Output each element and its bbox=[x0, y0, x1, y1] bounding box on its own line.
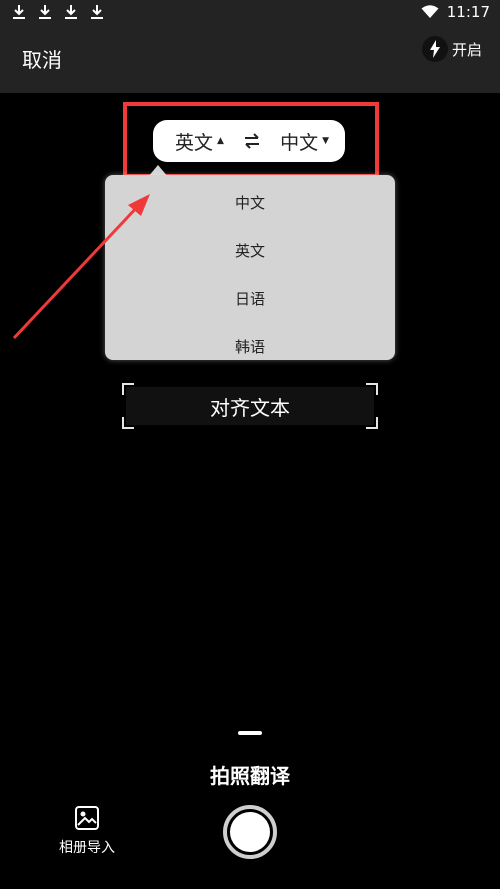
wifi-icon bbox=[421, 5, 439, 18]
caret-down-icon: ▼ bbox=[322, 135, 329, 146]
dropdown-option[interactable]: 中文 bbox=[105, 192, 395, 213]
download-icon bbox=[91, 5, 103, 19]
shutter-button[interactable] bbox=[223, 805, 277, 859]
target-language-label: 中文 bbox=[280, 131, 319, 154]
flash-label: 开启 bbox=[451, 40, 482, 59]
status-time: 11:17 bbox=[446, 3, 490, 21]
top-bar: 11:17 取消 开启 bbox=[0, 0, 500, 93]
status-download-icons bbox=[12, 4, 104, 20]
image-icon bbox=[75, 806, 99, 830]
caret-up-icon: ▲ bbox=[217, 135, 224, 146]
download-icon bbox=[13, 5, 25, 19]
dropdown-option[interactable]: 日语 bbox=[105, 288, 395, 309]
download-icon bbox=[39, 5, 51, 19]
language-selector: 英文 ▲ 中文 ▼ bbox=[153, 120, 345, 162]
mode-indicator bbox=[238, 731, 262, 735]
dropdown-option[interactable]: 英文 bbox=[105, 240, 395, 261]
source-language-label: 英文 bbox=[175, 131, 214, 154]
camera-translate-screen: 11:17 取消 开启 英文 ▲ 中文 ▼ 中文 英文 日语 韩语 对齐文本 拍… bbox=[0, 0, 500, 889]
target-language-button[interactable]: 中文 ▼ bbox=[280, 128, 329, 155]
language-dropdown: 中文 英文 日语 韩语 bbox=[105, 175, 395, 360]
status-right: 11:17 bbox=[421, 3, 490, 21]
lightning-icon bbox=[421, 36, 448, 62]
mode-photo-translate[interactable]: 拍照翻译 bbox=[0, 760, 500, 789]
dropdown-option[interactable]: 韩语 bbox=[105, 336, 395, 357]
source-language-button[interactable]: 英文 ▲ bbox=[175, 128, 224, 155]
download-icon bbox=[65, 5, 77, 19]
align-text-frame: 对齐文本 bbox=[122, 383, 378, 429]
album-import-label: 相册导入 bbox=[59, 840, 115, 856]
cancel-button[interactable]: 取消 bbox=[22, 44, 62, 73]
flash-toggle-button[interactable]: 开启 bbox=[416, 34, 488, 64]
album-import-button[interactable]: 相册导入 bbox=[50, 805, 124, 857]
align-text-label: 对齐文本 bbox=[210, 395, 290, 420]
swap-icon[interactable] bbox=[242, 133, 262, 149]
